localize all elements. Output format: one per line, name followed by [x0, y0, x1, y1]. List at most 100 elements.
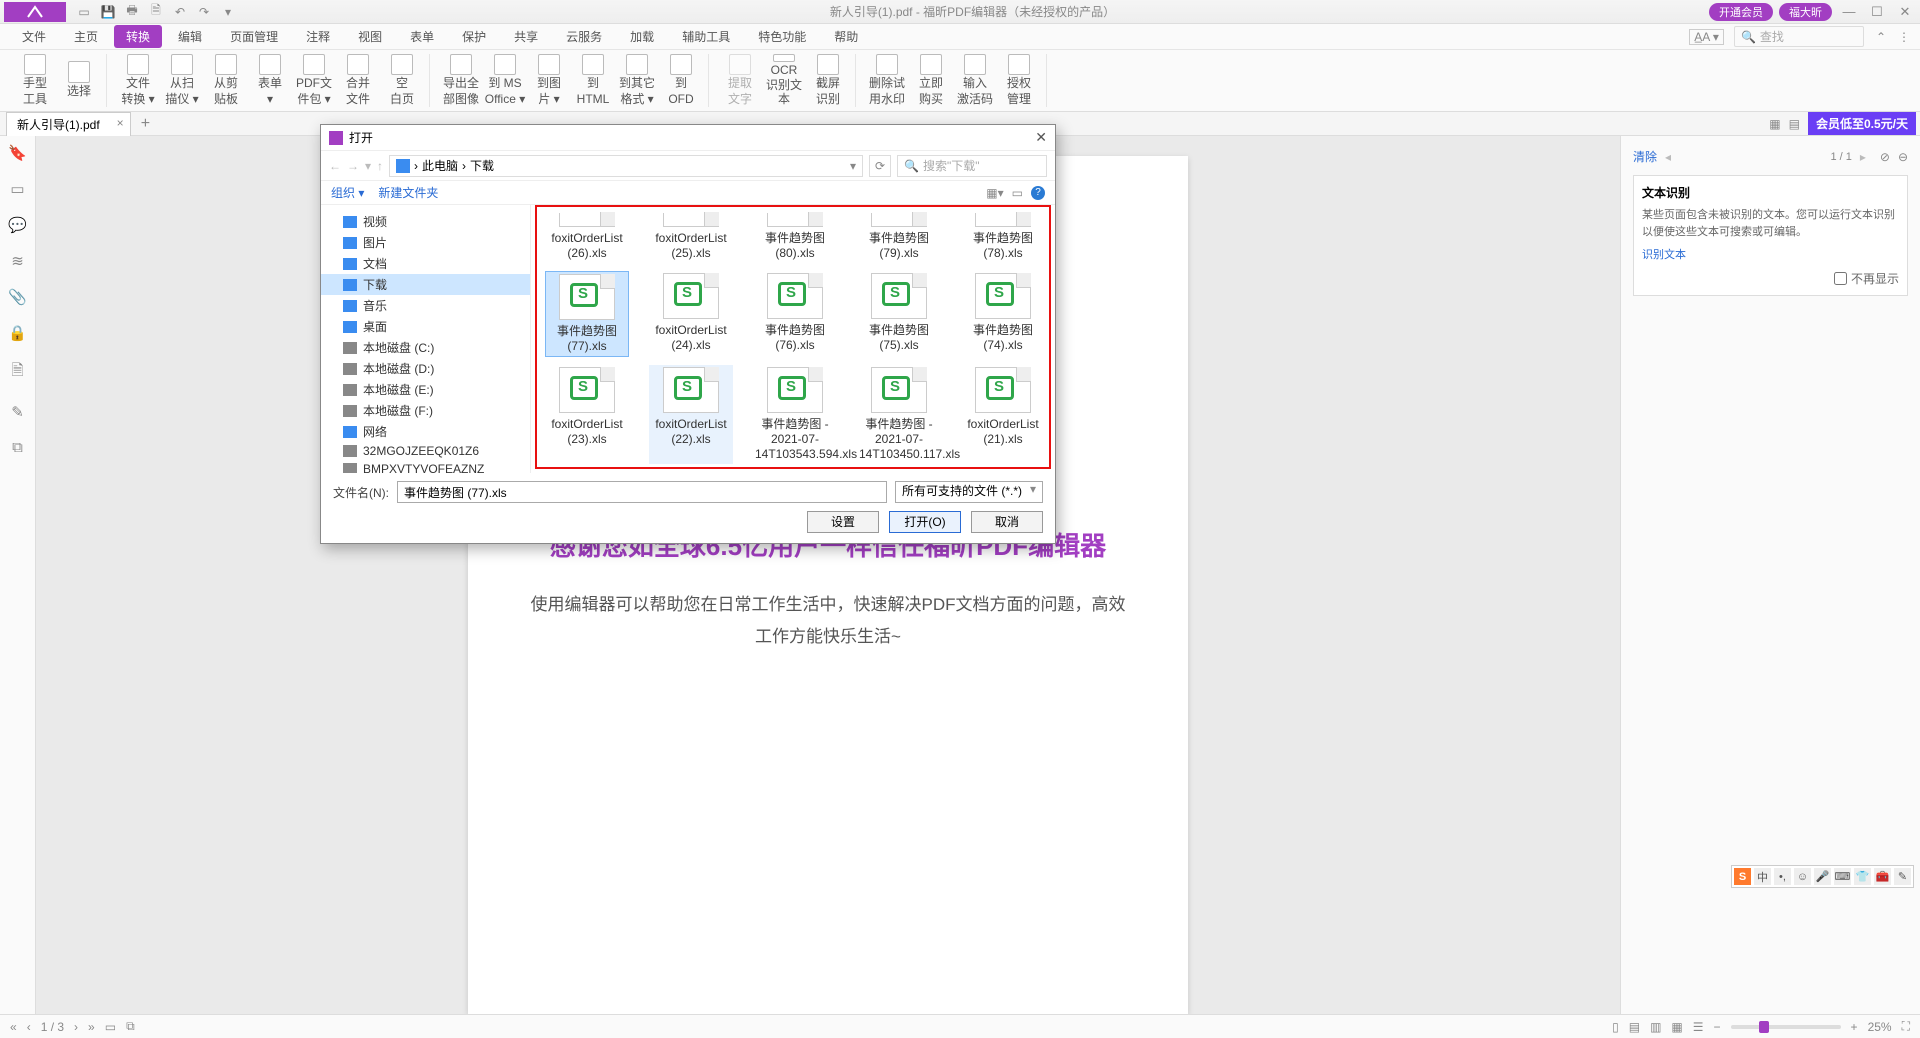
tree-本地磁盘 (E:)[interactable]: 本地磁盘 (E:): [321, 379, 530, 400]
ribbon-选择[interactable]: 选择: [58, 54, 100, 107]
zoom-out-icon[interactable]: −: [1714, 1020, 1721, 1034]
view-list-icon[interactable]: ▤: [1789, 117, 1800, 131]
file-item[interactable]: 事件趋势图 - 2021-07-14T103543.594.xls: [753, 365, 837, 464]
text-size-icon[interactable]: A̲A ▾: [1689, 29, 1724, 45]
ime-toolbar[interactable]: S 中 •, ☺ 🎤 ⌨ 👕 🧰 ✎: [1731, 865, 1914, 888]
tree-本地磁盘 (C:)[interactable]: 本地磁盘 (C:): [321, 337, 530, 358]
file-item[interactable]: foxitOrderList (25).xls: [649, 211, 733, 263]
menu-页面管理[interactable]: 页面管理: [218, 25, 290, 48]
user-pill[interactable]: 福大昕: [1779, 3, 1832, 21]
zoom-in-icon[interactable]: +: [1851, 1020, 1858, 1034]
qat-undo-icon[interactable]: ↶: [172, 4, 188, 20]
file-item[interactable]: 事件趋势图 (76).xls: [753, 271, 837, 357]
open-button[interactable]: 打开(O): [889, 511, 961, 533]
menu-帮助[interactable]: 帮助: [822, 25, 870, 48]
maximize-button[interactable]: ☐: [1866, 4, 1888, 20]
close-tab-icon[interactable]: ×: [117, 116, 124, 130]
promo-banner[interactable]: 会员低至0.5元/天: [1808, 112, 1916, 135]
file-item[interactable]: 事件趋势图 (80).xls: [753, 211, 837, 263]
layout-1-icon[interactable]: ▯: [1612, 1020, 1619, 1034]
ribbon-PDF文[interactable]: PDF文件包 ▾: [293, 54, 335, 107]
menu-转换[interactable]: 转换: [114, 25, 162, 48]
menu-辅助工具[interactable]: 辅助工具: [670, 25, 742, 48]
crumb-dropdown-icon[interactable]: ▾: [850, 159, 856, 173]
filetype-select[interactable]: 所有可支持的文件 (*.*) ▾: [895, 481, 1043, 503]
clear-link[interactable]: 清除: [1633, 148, 1657, 165]
file-item[interactable]: foxitOrderList (24).xls: [649, 271, 733, 357]
sign-icon[interactable]: ✎: [11, 403, 24, 421]
ribbon-到[interactable]: 到HTML: [572, 54, 614, 107]
file-item[interactable]: 事件趋势图 (74).xls: [961, 271, 1045, 357]
stack-icon[interactable]: ⧉: [12, 439, 23, 456]
minimize-button[interactable]: —: [1838, 4, 1860, 19]
settings-button[interactable]: 设置: [807, 511, 879, 533]
file-item[interactable]: 事件趋势图 - 2021-07-14T103450.117.xls: [857, 365, 941, 464]
tree-视频[interactable]: 视频: [321, 211, 530, 232]
dialog-search[interactable]: 🔍 搜索"下载": [897, 155, 1047, 177]
crumb-root[interactable]: 此电脑: [422, 157, 458, 174]
view-mode-icon[interactable]: ▦▾: [986, 186, 1003, 200]
tree-图片[interactable]: 图片: [321, 232, 530, 253]
ribbon-到 MS[interactable]: 到 MSOffice ▾: [484, 54, 526, 107]
tree-本地磁盘 (F:)[interactable]: 本地磁盘 (F:): [321, 400, 530, 421]
menu-加载[interactable]: 加载: [618, 25, 666, 48]
ribbon-手型[interactable]: 手型工具: [14, 54, 56, 107]
dialog-close-icon[interactable]: ✕: [1035, 129, 1047, 146]
nav-back-icon[interactable]: ←: [329, 159, 341, 173]
panel-minus-icon[interactable]: ⊖: [1898, 150, 1908, 164]
menu-共享[interactable]: 共享: [502, 25, 550, 48]
panel-check-icon[interactable]: ⊘: [1880, 150, 1890, 164]
ribbon-输入[interactable]: 输入激活码: [954, 54, 996, 107]
tree-本地磁盘 (D:)[interactable]: 本地磁盘 (D:): [321, 358, 530, 379]
ribbon-到其它[interactable]: 到其它格式 ▾: [616, 54, 658, 107]
vip-pill[interactable]: 开通会员: [1709, 3, 1773, 21]
zoom-value[interactable]: 25%: [1868, 1020, 1892, 1034]
dont-show-input[interactable]: [1834, 272, 1847, 285]
dialog-titlebar[interactable]: 打开 ✕: [321, 125, 1055, 151]
menu-编辑[interactable]: 编辑: [166, 25, 214, 48]
breadcrumb[interactable]: › 此电脑 › 下载 ▾: [389, 155, 863, 177]
ribbon-到图[interactable]: 到图片 ▾: [528, 54, 570, 107]
close-button[interactable]: ✕: [1894, 4, 1916, 20]
ribbon-删除试[interactable]: 删除试用水印: [866, 54, 908, 107]
menu-云服务[interactable]: 云服务: [554, 25, 614, 48]
menu-保护[interactable]: 保护: [450, 25, 498, 48]
ribbon-表单[interactable]: 表单▾: [249, 54, 291, 107]
sogou-icon[interactable]: S: [1734, 868, 1751, 885]
qat-file-icon[interactable]: 🗎: [148, 4, 164, 20]
ime-i4[interactable]: ⌨: [1834, 868, 1851, 885]
ime-i7[interactable]: ✎: [1894, 868, 1911, 885]
collapse-ribbon-icon[interactable]: ⌃: [1876, 30, 1886, 44]
nav-up-icon[interactable]: ↑: [377, 159, 383, 173]
file-item[interactable]: 事件趋势图 (77).xls: [545, 271, 629, 357]
organize-button[interactable]: 组织 ▾: [331, 184, 364, 201]
dont-show-checkbox[interactable]: 不再显示: [1642, 270, 1899, 287]
sb-icon-b[interactable]: ⧉: [126, 1019, 135, 1034]
next-page-icon[interactable]: ›: [74, 1020, 78, 1034]
doc-tab[interactable]: 新人引导(1).pdf ×: [6, 112, 131, 136]
qat-save-icon[interactable]: 💾: [100, 4, 116, 20]
tree-文档[interactable]: 文档: [321, 253, 530, 274]
qat-print-icon[interactable]: 🖶: [124, 4, 140, 20]
ime-i2[interactable]: ☺: [1794, 868, 1811, 885]
ime-i5[interactable]: 👕: [1854, 868, 1871, 885]
search-input[interactable]: 🔍 查找: [1734, 26, 1864, 47]
menu-注释[interactable]: 注释: [294, 25, 342, 48]
tree-音乐[interactable]: 音乐: [321, 295, 530, 316]
next-icon[interactable]: ▸: [1860, 150, 1866, 164]
qat-more-icon[interactable]: ▾: [220, 4, 236, 20]
tree-下载[interactable]: 下载: [321, 274, 530, 295]
ime-i6[interactable]: 🧰: [1874, 868, 1891, 885]
layout-2-icon[interactable]: ▤: [1629, 1020, 1640, 1034]
add-tab-button[interactable]: +: [141, 115, 150, 133]
ribbon-文件[interactable]: 文件转换 ▾: [117, 54, 159, 107]
ribbon-OCR[interactable]: OCR识别文本: [763, 54, 805, 107]
ribbon-从剪[interactable]: 从剪贴板: [205, 54, 247, 107]
file-item[interactable]: 事件趋势图 (78).xls: [961, 211, 1045, 263]
page-indicator[interactable]: 1 / 3: [41, 1020, 64, 1034]
file-item[interactable]: 事件趋势图 (79).xls: [857, 211, 941, 263]
layout-3-icon[interactable]: ▥: [1650, 1020, 1661, 1034]
ribbon-空[interactable]: 空白页: [381, 54, 423, 107]
first-page-icon[interactable]: «: [10, 1020, 17, 1034]
file-item[interactable]: foxitOrderList (23).xls: [545, 365, 629, 464]
